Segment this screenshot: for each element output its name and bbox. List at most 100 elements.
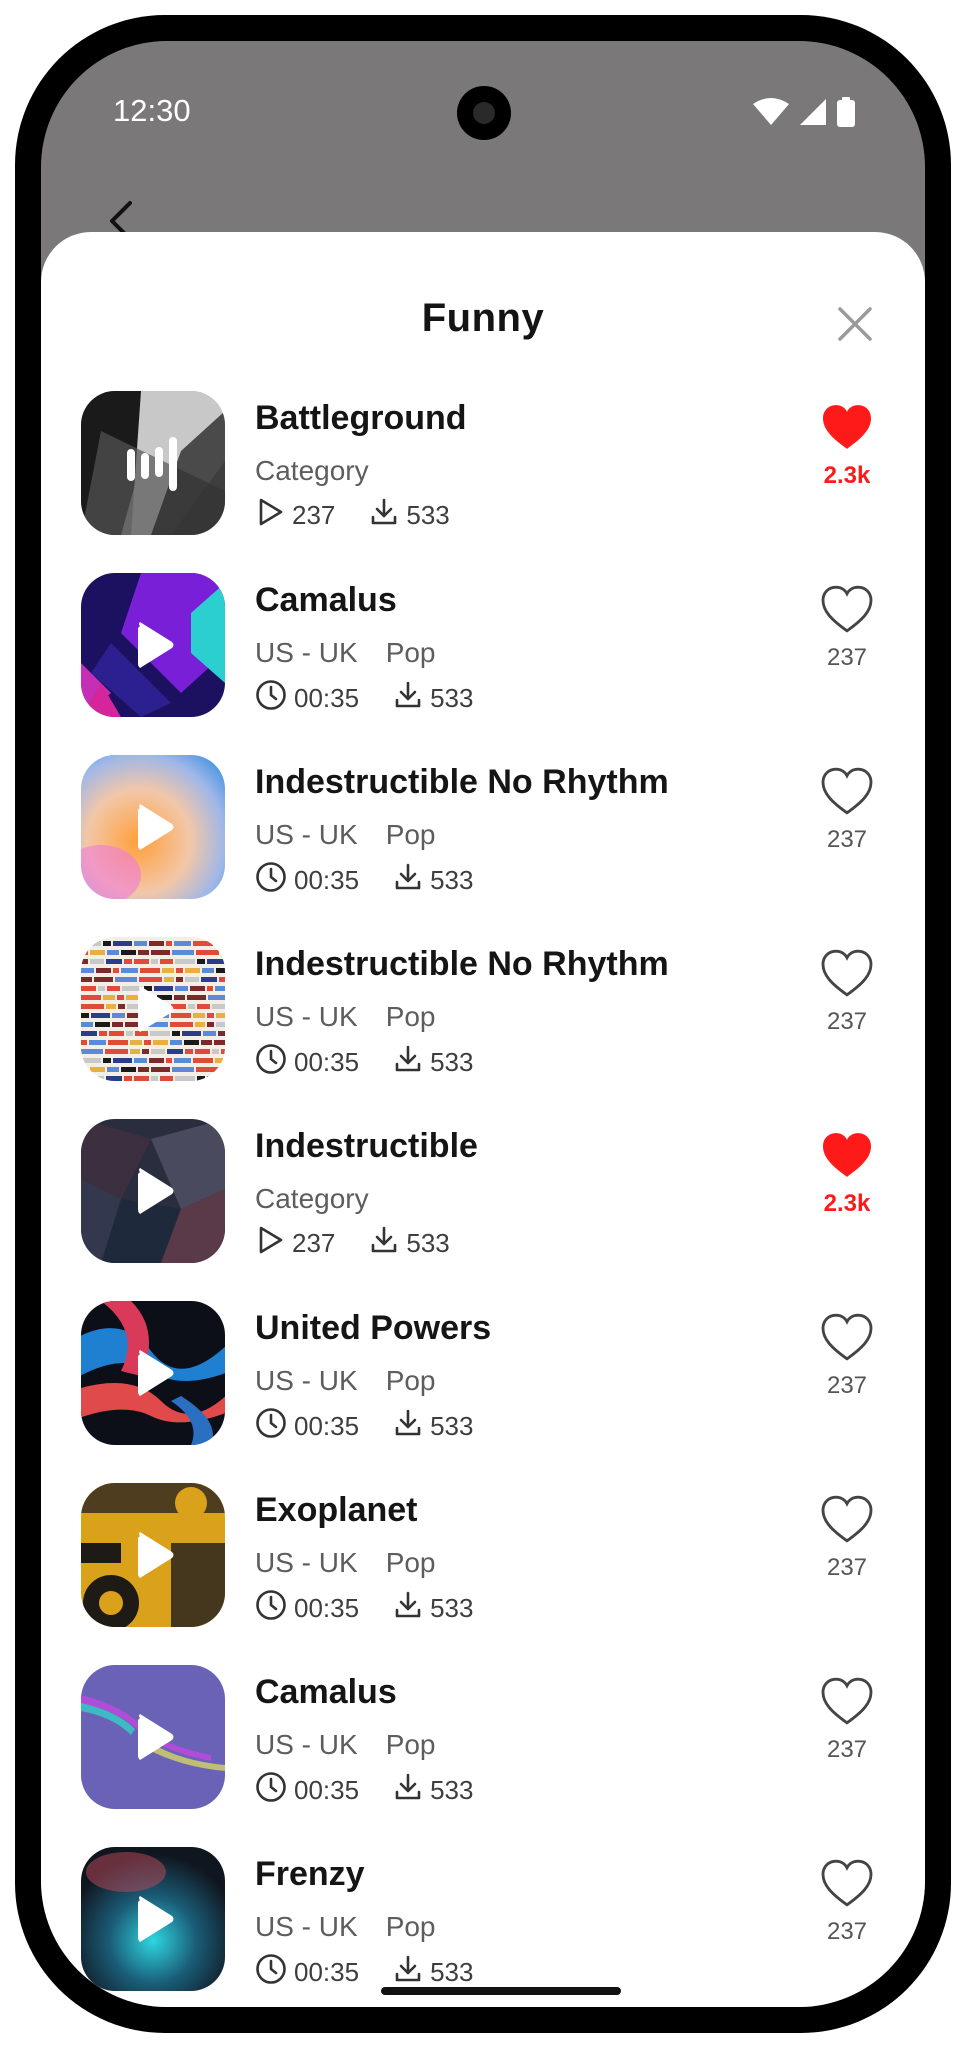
home-indicator[interactable] — [381, 1987, 621, 1995]
track-artwork[interactable] — [81, 1847, 225, 1991]
download-icon — [393, 1772, 423, 1809]
clock-icon — [255, 1589, 287, 1628]
like-count: 237 — [826, 1372, 868, 1399]
track-artwork[interactable] — [81, 1483, 225, 1627]
track-subtitle: US - UK Pop — [255, 819, 436, 851]
track-row[interactable]: Camalus US - UK Pop 00:35 533 237 — [41, 1653, 925, 1835]
download-icon — [393, 1590, 423, 1627]
like-count: 237 — [826, 826, 868, 853]
track-title: Indestructible No Rhythm — [255, 945, 669, 983]
track-row[interactable]: Battleground Category 237 533 2.3k — [41, 379, 925, 561]
track-artwork[interactable] — [81, 1301, 225, 1445]
download-icon — [369, 1225, 399, 1262]
track-subtitle: US - UK Pop — [255, 1365, 436, 1397]
track-downloads-value: 533 — [430, 1957, 474, 1987]
track-meta-primary: 00:35 — [255, 861, 359, 900]
track-downloads-value: 533 — [406, 500, 450, 530]
track-meta: 00:35 533 — [255, 1589, 507, 1628]
like-button[interactable]: 237 — [807, 767, 887, 854]
download-icon — [369, 497, 399, 534]
track-artwork[interactable] — [81, 391, 225, 535]
heart-outline-icon — [820, 1677, 874, 1730]
like-button[interactable]: 2.3k — [807, 1131, 887, 1218]
heart-filled-icon — [820, 403, 874, 456]
track-meta-primary-value: 00:35 — [294, 1775, 360, 1805]
track-genre: Pop — [385, 637, 436, 668]
track-row[interactable]: Frenzy US - UK Pop 00:35 533 237 — [41, 1835, 925, 2007]
track-meta-primary: 237 — [255, 497, 335, 534]
track-downloads: 533 — [393, 1772, 473, 1809]
bottom-sheet: Funny Battleground Category 237 533 2.3k Cama… — [41, 232, 925, 2007]
like-button[interactable]: 237 — [807, 585, 887, 672]
track-region: Category — [255, 1183, 369, 1214]
track-genre: Pop — [385, 1911, 436, 1942]
track-downloads: 533 — [393, 680, 473, 717]
track-artwork[interactable] — [81, 755, 225, 899]
clock-icon — [255, 1953, 287, 1992]
track-artwork[interactable] — [81, 573, 225, 717]
track-subtitle: US - UK Pop — [255, 637, 436, 669]
close-button[interactable] — [825, 294, 885, 354]
like-count: 2.3k — [823, 1190, 871, 1217]
track-title: United Powers — [255, 1309, 492, 1347]
like-button[interactable]: 237 — [807, 949, 887, 1036]
like-button[interactable]: 237 — [807, 1859, 887, 1946]
like-button[interactable]: 2.3k — [807, 403, 887, 490]
track-row[interactable]: Camalus US - UK Pop 00:35 533 237 — [41, 561, 925, 743]
track-meta-primary-value: 237 — [292, 1228, 336, 1258]
screen: 12:30 Funny Battleground Category 237 533 2.… — [41, 41, 925, 2007]
track-title: Battleground — [255, 399, 467, 437]
track-meta: 00:35 533 — [255, 861, 507, 900]
track-region: Category — [255, 455, 369, 486]
track-row[interactable]: Exoplanet US - UK Pop 00:35 533 237 — [41, 1471, 925, 1653]
track-region: US - UK — [255, 1001, 358, 1032]
track-meta-primary-value: 00:35 — [294, 1411, 360, 1441]
track-downloads-value: 533 — [430, 1411, 474, 1441]
track-meta-primary: 237 — [255, 1225, 335, 1262]
like-count: 2.3k — [823, 462, 871, 489]
track-subtitle: US - UK Pop — [255, 1729, 436, 1761]
track-meta-primary-value: 00:35 — [294, 683, 360, 713]
track-title: Camalus — [255, 581, 397, 619]
heart-outline-icon — [820, 1495, 874, 1548]
like-button[interactable]: 237 — [807, 1313, 887, 1400]
like-count: 237 — [826, 644, 868, 671]
track-genre: Pop — [385, 1547, 436, 1578]
heart-outline-icon — [820, 1859, 874, 1912]
track-artwork[interactable] — [81, 1665, 225, 1809]
track-meta-primary: 00:35 — [255, 1953, 359, 1992]
track-subtitle: US - UK Pop — [255, 1001, 436, 1033]
like-count: 237 — [826, 1918, 868, 1945]
track-row[interactable]: United Powers US - UK Pop 00:35 533 237 — [41, 1289, 925, 1471]
download-icon — [393, 680, 423, 717]
track-meta-primary: 00:35 — [255, 679, 359, 718]
track-row[interactable]: Indestructible Category 237 533 2.3k — [41, 1107, 925, 1289]
track-meta-primary-value: 00:35 — [294, 1047, 360, 1077]
download-icon — [393, 862, 423, 899]
wifi-icon — [753, 98, 789, 125]
track-downloads: 533 — [369, 1225, 450, 1262]
close-icon — [838, 307, 872, 341]
track-row[interactable]: Indestructible No Rhythm US - UK Pop 00:35 5… — [41, 925, 925, 1107]
play-outline-icon — [255, 1225, 285, 1262]
track-subtitle: Category — [255, 1183, 369, 1215]
like-button[interactable]: 237 — [807, 1495, 887, 1582]
track-artwork[interactable] — [81, 937, 225, 1081]
track-region: US - UK — [255, 819, 358, 850]
track-downloads: 533 — [393, 1044, 473, 1081]
track-meta: 237 533 — [255, 1225, 484, 1262]
track-artwork[interactable] — [81, 1119, 225, 1263]
sheet-title: Funny — [421, 296, 545, 340]
heart-outline-icon — [820, 585, 874, 638]
like-count: 237 — [826, 1554, 868, 1581]
track-downloads-value: 533 — [406, 1228, 450, 1258]
track-row[interactable]: Indestructible No Rhythm US - UK Pop 00:35 5… — [41, 743, 925, 925]
clock-icon — [255, 1771, 287, 1810]
like-count: 237 — [826, 1736, 868, 1763]
clock-icon — [255, 1043, 287, 1082]
track-downloads-value: 533 — [430, 1047, 474, 1077]
track-downloads-value: 533 — [430, 1593, 474, 1623]
like-button[interactable]: 237 — [807, 1677, 887, 1764]
track-list: Battleground Category 237 533 2.3k Camalus US … — [41, 379, 925, 2007]
track-meta-primary: 00:35 — [255, 1589, 359, 1628]
